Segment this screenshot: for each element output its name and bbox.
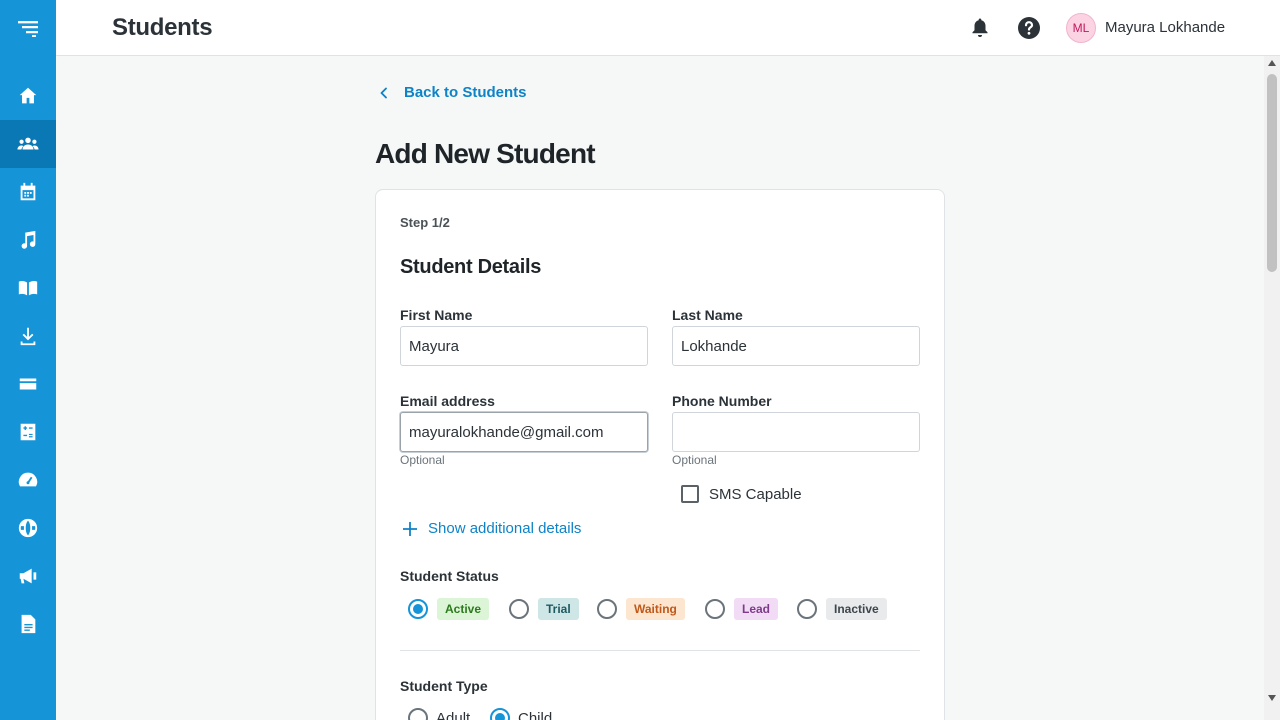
status-badge-inactive: Inactive: [826, 598, 887, 620]
page-scrollbar[interactable]: [1264, 56, 1280, 720]
help-icon[interactable]: [1017, 16, 1041, 40]
phone-hint: Optional: [672, 453, 717, 467]
show-additional-details-label: Show additional details: [428, 520, 582, 537]
scroll-thumb[interactable]: [1267, 74, 1277, 272]
app-logo-icon[interactable]: [0, 0, 56, 56]
status-radio-waiting[interactable]: [597, 599, 617, 619]
section-divider: [400, 650, 920, 651]
back-to-students-link[interactable]: Back to Students: [378, 84, 527, 101]
status-badge-trial: Trial: [538, 598, 579, 620]
status-radio-inactive[interactable]: [797, 599, 817, 619]
student-form-card: Step 1/2 Student Details First Name Last…: [375, 189, 945, 720]
sidebar-item-calendar[interactable]: [0, 168, 56, 216]
status-badge-lead: Lead: [734, 598, 779, 620]
status-radio-active[interactable]: [408, 599, 428, 619]
status-option-trial[interactable]: Trial: [509, 598, 579, 620]
status-option-active[interactable]: Active: [408, 598, 490, 620]
chevron-left-icon: [380, 87, 387, 98]
sms-capable-checkbox[interactable]: [681, 485, 699, 503]
sidebar: [0, 0, 56, 720]
section-title: Student Details: [400, 256, 542, 278]
status-option-lead[interactable]: Lead: [705, 598, 779, 620]
email-field[interactable]: [400, 412, 648, 452]
page-title: Students: [112, 14, 213, 41]
sidebar-item-library[interactable]: [0, 264, 56, 312]
avatar[interactable]: ML: [1066, 13, 1096, 43]
page-heading: Add New Student: [375, 138, 596, 169]
email-label: Email address: [400, 393, 495, 409]
book-icon: [18, 280, 38, 296]
bell-icon[interactable]: [970, 17, 990, 39]
type-label-child: Child: [518, 709, 553, 720]
calculator-icon: [20, 423, 36, 441]
student-type-label: Student Type: [400, 678, 488, 694]
people-icon: [17, 137, 39, 150]
scroll-down-arrow-icon[interactable]: [1268, 695, 1276, 701]
plus-icon: [403, 521, 417, 536]
last-name-label: Last Name: [672, 307, 743, 323]
music-note-icon: [21, 230, 36, 249]
sidebar-item-website[interactable]: [0, 504, 56, 552]
home-icon: [19, 87, 37, 104]
sidebar-item-students[interactable]: [0, 120, 56, 168]
first-name-field[interactable]: [400, 326, 648, 366]
first-name-label: First Name: [400, 307, 473, 323]
status-radio-trial[interactable]: [509, 599, 529, 619]
speedometer-icon: [18, 472, 38, 487]
sms-capable-option[interactable]: SMS Capable: [681, 485, 802, 503]
phone-field[interactable]: [672, 412, 920, 452]
sidebar-item-calculator[interactable]: [0, 408, 56, 456]
credit-card-icon: [19, 378, 37, 390]
type-label-adult: Adult: [436, 709, 471, 720]
sidebar-item-music[interactable]: [0, 216, 56, 264]
sidebar-item-marketing[interactable]: [0, 552, 56, 600]
user-name[interactable]: Mayura Lokhande: [1105, 19, 1225, 36]
sidebar-item-documents[interactable]: [0, 600, 56, 648]
status-option-waiting[interactable]: Waiting: [597, 598, 685, 620]
status-badge-active: Active: [437, 598, 490, 620]
document-icon: [21, 614, 36, 634]
sidebar-item-home[interactable]: [0, 72, 56, 120]
calendar-icon: [20, 182, 36, 201]
sms-capable-label: SMS Capable: [709, 485, 802, 503]
phone-label: Phone Number: [672, 393, 772, 409]
type-radio-child[interactable]: [490, 708, 510, 720]
type-option-adult[interactable]: Adult: [408, 708, 470, 720]
back-link-label: Back to Students: [404, 84, 527, 101]
student-status-label: Student Status: [400, 568, 499, 584]
type-option-child[interactable]: Child: [490, 708, 552, 720]
globe-icon: [18, 518, 38, 538]
status-badge-waiting: Waiting: [626, 598, 685, 620]
megaphone-icon: [19, 568, 37, 584]
status-option-inactive[interactable]: Inactive: [797, 598, 887, 620]
email-hint: Optional: [400, 453, 445, 467]
scroll-up-arrow-icon[interactable]: [1268, 60, 1276, 66]
top-header: Students ML Mayura Lokhande: [56, 0, 1280, 56]
show-additional-details-button[interactable]: Show additional details: [402, 520, 581, 537]
status-radio-lead[interactable]: [705, 599, 725, 619]
last-name-field[interactable]: [672, 326, 920, 366]
sidebar-item-downloads[interactable]: [0, 312, 56, 360]
sidebar-item-billing[interactable]: [0, 360, 56, 408]
step-indicator: Step 1/2: [400, 215, 450, 230]
type-radio-adult[interactable]: [408, 708, 428, 720]
sidebar-item-dashboard[interactable]: [0, 456, 56, 504]
download-icon: [20, 327, 36, 346]
